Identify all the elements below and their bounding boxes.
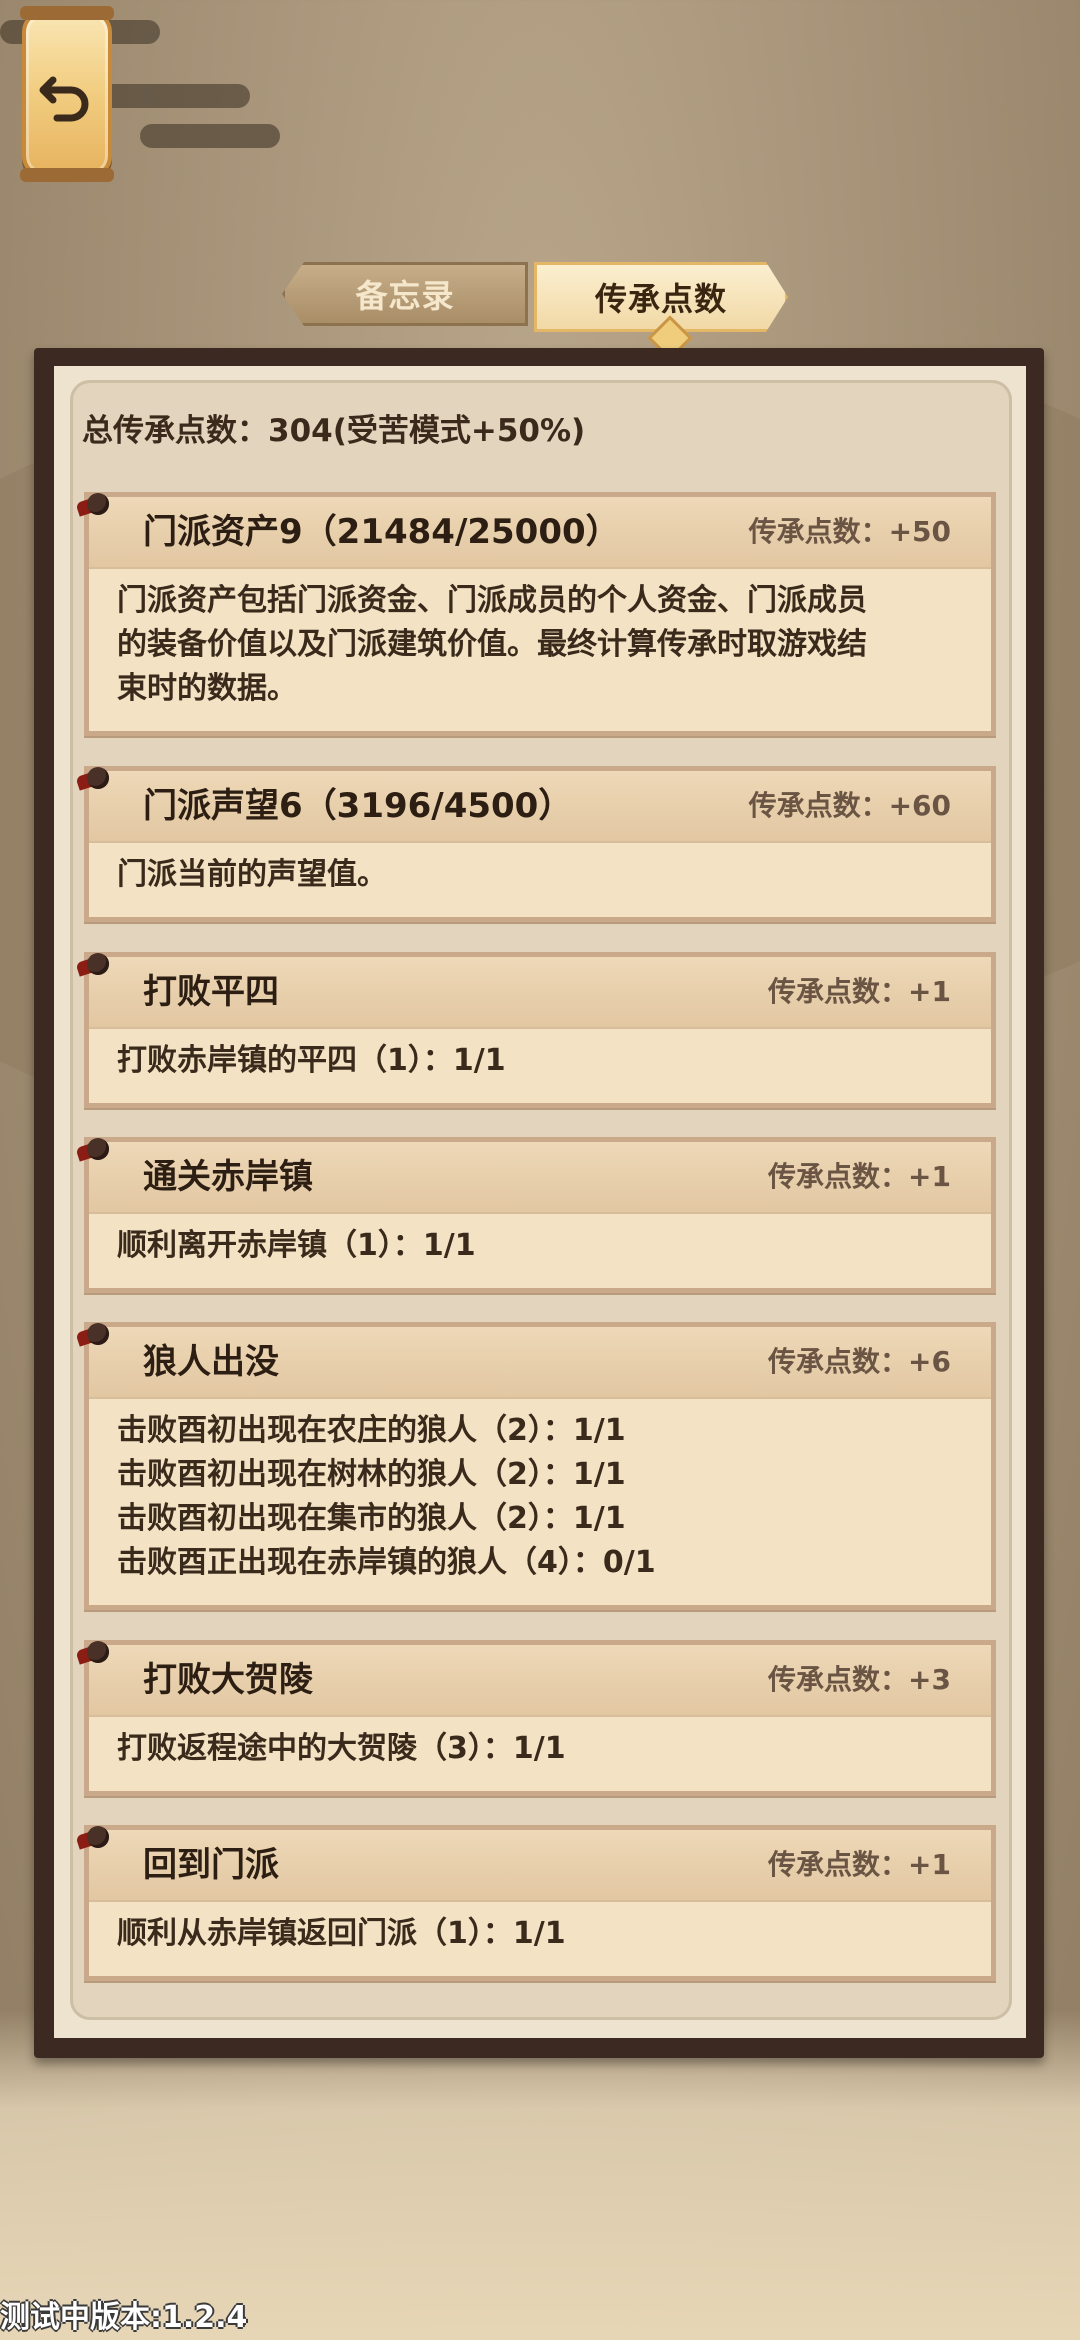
- tab-memo[interactable]: 备忘录: [282, 262, 528, 326]
- back-button[interactable]: [20, 6, 114, 182]
- card-line: 门派当前的声望值。: [117, 857, 387, 892]
- card-points: 传承点数：+6: [768, 1345, 951, 1378]
- card-sect-assets: 门派资产9（21484/25000） 传承点数：+50 门派资产包括门派资金、门…: [75, 492, 996, 736]
- card-line: 击败酉初出现在农庄的狼人（2）：1/1: [117, 1413, 626, 1448]
- card-sect-reputation: 门派声望6（3196/4500） 传承点数：+60 门派当前的声望值。: [75, 766, 996, 922]
- card-body: 打败赤岸镇的平四（1）：1/1: [89, 1029, 991, 1099]
- lantern-cap: [20, 6, 114, 20]
- card-header: 门派资产9（21484/25000） 传承点数：+50: [75, 493, 991, 569]
- tab-bar: 备忘录 传承点数: [282, 262, 782, 361]
- card-points: 传承点数：+1: [768, 1848, 951, 1881]
- card-line: 束时的数据。: [117, 671, 297, 706]
- card-line: 打败赤岸镇的平四（1）：1/1: [117, 1043, 506, 1078]
- card-line: 击败酉正出现在赤岸镇的狼人（4）：0/1: [117, 1545, 656, 1580]
- total-inheritance-points: 总传承点数：304(受苦模式+50%): [82, 413, 586, 449]
- card-return-sect: 回到门派 传承点数：+1 顺利从赤岸镇返回门派（1）：1/1: [75, 1825, 996, 1981]
- scroll-pin-icon: [75, 951, 109, 981]
- card-points: 传承点数：+60: [748, 789, 951, 822]
- scroll-pin-icon: [75, 1824, 109, 1854]
- card-header: 通关赤岸镇 传承点数：+1: [75, 1138, 991, 1214]
- card-line: 击败酉初出现在树林的狼人（2）：1/1: [117, 1457, 626, 1492]
- card-line: 门派资产包括门派资金、门派成员的个人资金、门派成员: [117, 583, 867, 618]
- card-body: 顺利从赤岸镇返回门派（1）：1/1: [89, 1902, 991, 1972]
- card-title: 回到门派: [143, 1845, 279, 1885]
- card-line: 顺利离开赤岸镇（1）：1/1: [117, 1228, 476, 1263]
- background-landscape: [0, 2010, 1080, 2340]
- card-points: 传承点数：+50: [748, 515, 951, 548]
- scroll-pin-icon: [75, 765, 109, 795]
- card-header: 狼人出没 传承点数：+6: [75, 1323, 991, 1399]
- card-line: 打败返程途中的大贺陵（3）：1/1: [117, 1731, 566, 1766]
- card-points: 传承点数：+1: [768, 1160, 951, 1193]
- card-title: 打败大贺陵: [143, 1660, 313, 1700]
- scroll-pin-icon: [75, 1321, 109, 1351]
- card-clear-chianzhen: 通关赤岸镇 传承点数：+1 顺利离开赤岸镇（1）：1/1: [75, 1137, 996, 1293]
- tab-inheritance-points[interactable]: 传承点数: [534, 262, 788, 332]
- card-header: 打败平四 传承点数：+1: [75, 953, 991, 1029]
- back-arrow-icon: [39, 76, 89, 122]
- card-header: 门派声望6（3196/4500） 传承点数：+60: [75, 767, 991, 843]
- version-label: 测试中版本:1.2.4: [0, 2300, 248, 2335]
- card-body: 击败酉初出现在农庄的狼人（2）：1/1 击败酉初出现在树林的狼人（2）：1/1 …: [89, 1399, 991, 1601]
- card-line: 的装备价值以及门派建筑价值。最终计算传承时取游戏结: [117, 627, 867, 662]
- card-title: 门派资产9（21484/25000）: [143, 512, 620, 552]
- card-defeat-dahelin: 打败大贺陵 传承点数：+3 打败返程途中的大贺陵（3）：1/1: [75, 1640, 996, 1796]
- card-defeat-pingsi: 打败平四 传承点数：+1 打败赤岸镇的平四（1）：1/1: [75, 952, 996, 1108]
- card-body: 打败返程途中的大贺陵（3）：1/1: [89, 1717, 991, 1787]
- card-body: 顺利离开赤岸镇（1）：1/1: [89, 1214, 991, 1284]
- card-werewolf: 狼人出没 传承点数：+6 击败酉初出现在农庄的狼人（2）：1/1 击败酉初出现在…: [75, 1322, 996, 1610]
- card-header: 回到门派 传承点数：+1: [75, 1826, 991, 1902]
- cloud-decoration: [140, 124, 280, 148]
- card-title: 狼人出没: [143, 1342, 279, 1382]
- card-points: 传承点数：+3: [768, 1663, 951, 1696]
- card-line: 顺利从赤岸镇返回门派（1）：1/1: [117, 1916, 566, 1951]
- card-points: 传承点数：+1: [768, 975, 951, 1008]
- card-body: 门派资产包括门派资金、门派成员的个人资金、门派成员 的装备价值以及门派建筑价值。…: [89, 569, 991, 727]
- card-header: 打败大贺陵 传承点数：+3: [75, 1641, 991, 1717]
- card-title: 通关赤岸镇: [143, 1157, 313, 1197]
- scroll-pin-icon: [75, 491, 109, 521]
- card-title: 门派声望6（3196/4500）: [143, 786, 573, 826]
- scroll-pin-icon: [75, 1639, 109, 1669]
- lantern-cap: [20, 168, 114, 182]
- card-line: 击败酉初出现在集市的狼人（2）：1/1: [117, 1501, 626, 1536]
- scroll-pin-icon: [75, 1136, 109, 1166]
- card-title: 打败平四: [143, 972, 279, 1012]
- card-body: 门派当前的声望值。: [89, 843, 991, 913]
